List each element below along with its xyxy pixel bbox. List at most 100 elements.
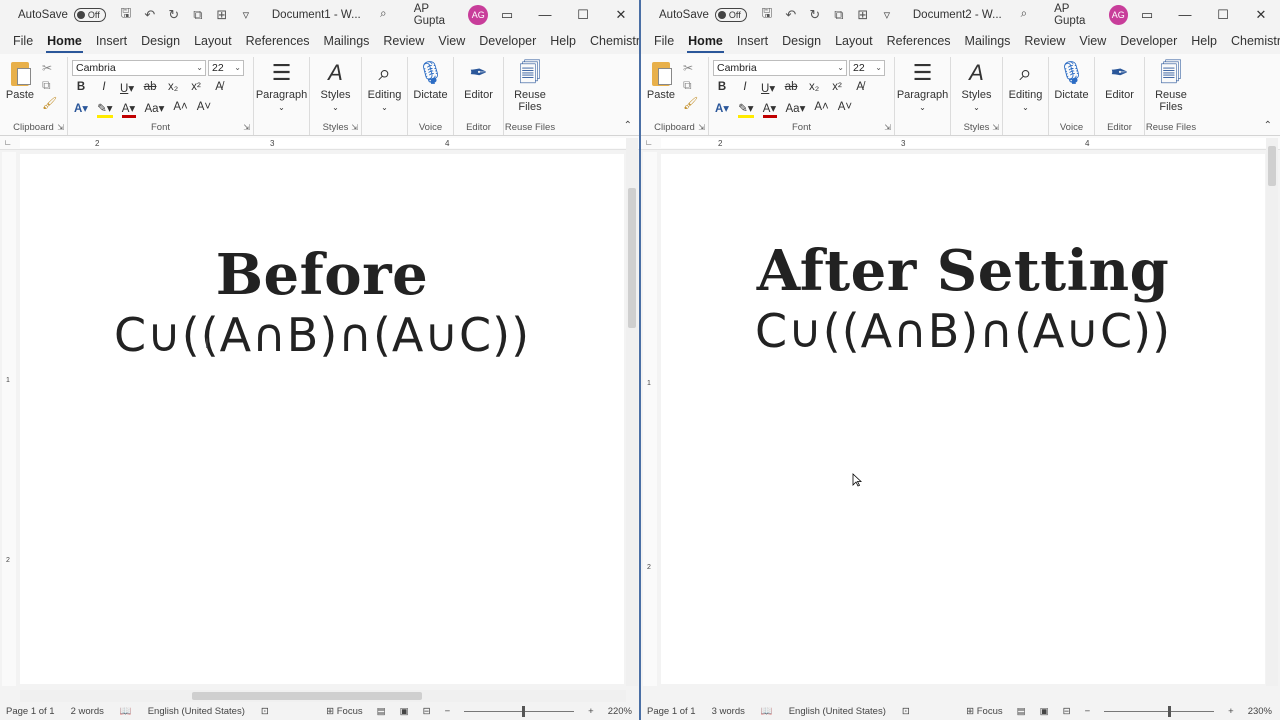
font-name-select[interactable]: Cambria ⌄: [72, 60, 206, 76]
font-size-select[interactable]: 22 ⌄: [849, 60, 885, 76]
scroll-thumb[interactable]: [192, 692, 422, 700]
italic-icon[interactable]: I: [738, 81, 752, 95]
zoom-slider-knob[interactable]: [522, 705, 526, 717]
tab-insert[interactable]: Insert: [730, 29, 775, 54]
horizontal-ruler[interactable]: ∟ 2 3 4: [0, 136, 640, 150]
strikethrough-icon[interactable]: ab: [784, 81, 798, 95]
page-count[interactable]: Page 1 of 1: [6, 706, 55, 717]
focus-button[interactable]: ⊞ Focus: [966, 706, 1002, 717]
tab-layout[interactable]: Layout: [828, 29, 880, 54]
tab-home[interactable]: Home: [681, 29, 730, 54]
autosave[interactable]: AutoSave Off: [18, 7, 106, 22]
tab-home[interactable]: Home: [40, 29, 89, 54]
document-page[interactable]: Before C∪((A∩B)∩(A∪C)): [20, 154, 624, 684]
format-painter-icon[interactable]: 🖌: [683, 96, 698, 110]
format-painter-icon[interactable]: 🖌: [42, 96, 57, 110]
close-icon[interactable]: ✕: [1242, 7, 1280, 23]
tab-file[interactable]: File: [647, 29, 681, 54]
dictate-button[interactable]: 🎙 Dictate: [408, 59, 453, 101]
tab-chemistry[interactable]: Chemistry: [1224, 29, 1280, 54]
minimize-icon[interactable]: —: [1166, 7, 1204, 23]
undo-icon[interactable]: ↶: [142, 7, 158, 23]
italic-icon[interactable]: I: [97, 81, 111, 95]
superscript-icon[interactable]: x²: [189, 81, 203, 95]
tab-mailings[interactable]: Mailings: [317, 29, 377, 54]
tab-file[interactable]: File: [6, 29, 40, 54]
tab-references[interactable]: References: [239, 29, 317, 54]
font-size-select[interactable]: 22 ⌄: [208, 60, 244, 76]
styles-launcher-icon[interactable]: ⇲: [351, 123, 358, 132]
paste-button[interactable]: Paste: [641, 59, 681, 101]
tab-view[interactable]: View: [1072, 29, 1113, 54]
grow-font-icon[interactable]: A˄: [814, 101, 828, 118]
zoom-level[interactable]: 220%: [608, 706, 632, 717]
bold-icon[interactable]: B: [74, 81, 88, 95]
font-name-select[interactable]: Cambria ⌄: [713, 60, 847, 76]
document-page[interactable]: After Setting C∪((A∩B)∩(A∪C)): [661, 154, 1265, 684]
superscript-icon[interactable]: x²: [830, 81, 844, 95]
vertical-scrollbar[interactable]: [626, 138, 638, 686]
reuse-files-button[interactable]: 🗐 Reuse Files: [1145, 59, 1197, 113]
tab-developer[interactable]: Developer: [472, 29, 543, 54]
user-account[interactable]: AP Gupta AG: [1054, 3, 1128, 27]
zoom-slider-knob[interactable]: [1168, 705, 1172, 717]
grow-font-icon[interactable]: A˄: [173, 101, 187, 118]
language[interactable]: English (United States): [148, 706, 245, 717]
proofing-icon[interactable]: 📖: [761, 706, 773, 717]
collapse-ribbon-icon[interactable]: ⌃: [1264, 120, 1272, 131]
cut-icon[interactable]: ✂: [683, 61, 698, 75]
zoom-out-icon[interactable]: −: [445, 706, 451, 717]
styles-launcher-icon[interactable]: ⇲: [992, 123, 999, 132]
tab-layout[interactable]: Layout: [187, 29, 239, 54]
tab-view[interactable]: View: [431, 29, 472, 54]
save-icon[interactable]: 🖫: [118, 4, 134, 26]
language[interactable]: English (United States): [789, 706, 886, 717]
change-case-icon[interactable]: Aa▾: [145, 101, 165, 118]
structure-icon[interactable]: ⊞: [855, 7, 871, 23]
ribbon-display-icon[interactable]: ▭: [1128, 7, 1166, 23]
autosave-toggle[interactable]: Off: [73, 7, 106, 22]
zoom-slider[interactable]: [464, 705, 575, 717]
strikethrough-icon[interactable]: ab: [143, 81, 157, 95]
scroll-thumb[interactable]: [628, 188, 636, 328]
word-count[interactable]: 2 words: [71, 706, 104, 717]
tab-design[interactable]: Design: [134, 29, 187, 54]
tab-help[interactable]: Help: [1184, 29, 1224, 54]
zoom-level[interactable]: 230%: [1248, 706, 1272, 717]
save-icon[interactable]: 🖫: [759, 4, 775, 26]
search-icon[interactable]: ⌕: [380, 8, 400, 21]
collapse-ribbon-icon[interactable]: ⌃: [624, 120, 632, 131]
read-mode-icon[interactable]: ▤: [1017, 706, 1026, 717]
clear-formatting-icon[interactable]: A̸: [853, 81, 867, 95]
text-effects-icon[interactable]: A▾: [74, 101, 88, 118]
text-effects-icon[interactable]: A▾: [715, 101, 729, 118]
styles-button[interactable]: A Styles ⌄: [310, 59, 361, 113]
zoom-in-icon[interactable]: +: [588, 706, 594, 717]
shrink-font-icon[interactable]: A˅: [197, 101, 211, 118]
structure-icon[interactable]: ⊞: [214, 7, 230, 23]
tab-developer[interactable]: Developer: [1113, 29, 1184, 54]
close-icon[interactable]: ✕: [602, 7, 640, 23]
tab-references[interactable]: References: [880, 29, 958, 54]
font-color-icon[interactable]: A▾: [121, 101, 136, 118]
web-layout-icon[interactable]: ⊟: [1063, 706, 1071, 717]
tab-mailings[interactable]: Mailings: [958, 29, 1018, 54]
editing-button[interactable]: ⌕ Editing ⌄: [1003, 59, 1048, 113]
tab-selector-icon[interactable]: ∟: [4, 138, 12, 147]
paragraph-button[interactable]: ☰ Paragraph ⌄: [254, 59, 309, 113]
ribbon-display-icon[interactable]: ▭: [488, 7, 526, 23]
tab-chemistry[interactable]: Chemistry: [583, 29, 640, 54]
avatar[interactable]: AG: [1108, 4, 1128, 25]
autosave[interactable]: AutoSave Off: [659, 7, 747, 22]
highlight-icon[interactable]: ✎▾: [97, 101, 113, 118]
word-count[interactable]: 3 words: [712, 706, 745, 717]
accessibility-icon[interactable]: ⊡: [902, 706, 910, 717]
editing-button[interactable]: ⌕ Editing ⌄: [362, 59, 407, 113]
highlight-icon[interactable]: ✎▾: [738, 101, 754, 118]
search-icon[interactable]: ⌕: [1021, 8, 1041, 21]
read-mode-icon[interactable]: ▤: [377, 706, 386, 717]
subscript-icon[interactable]: x₂: [166, 81, 180, 95]
bold-icon[interactable]: B: [715, 81, 729, 95]
accessibility-icon[interactable]: ⊡: [261, 706, 269, 717]
copy-icon[interactable]: ⧉: [190, 7, 206, 23]
